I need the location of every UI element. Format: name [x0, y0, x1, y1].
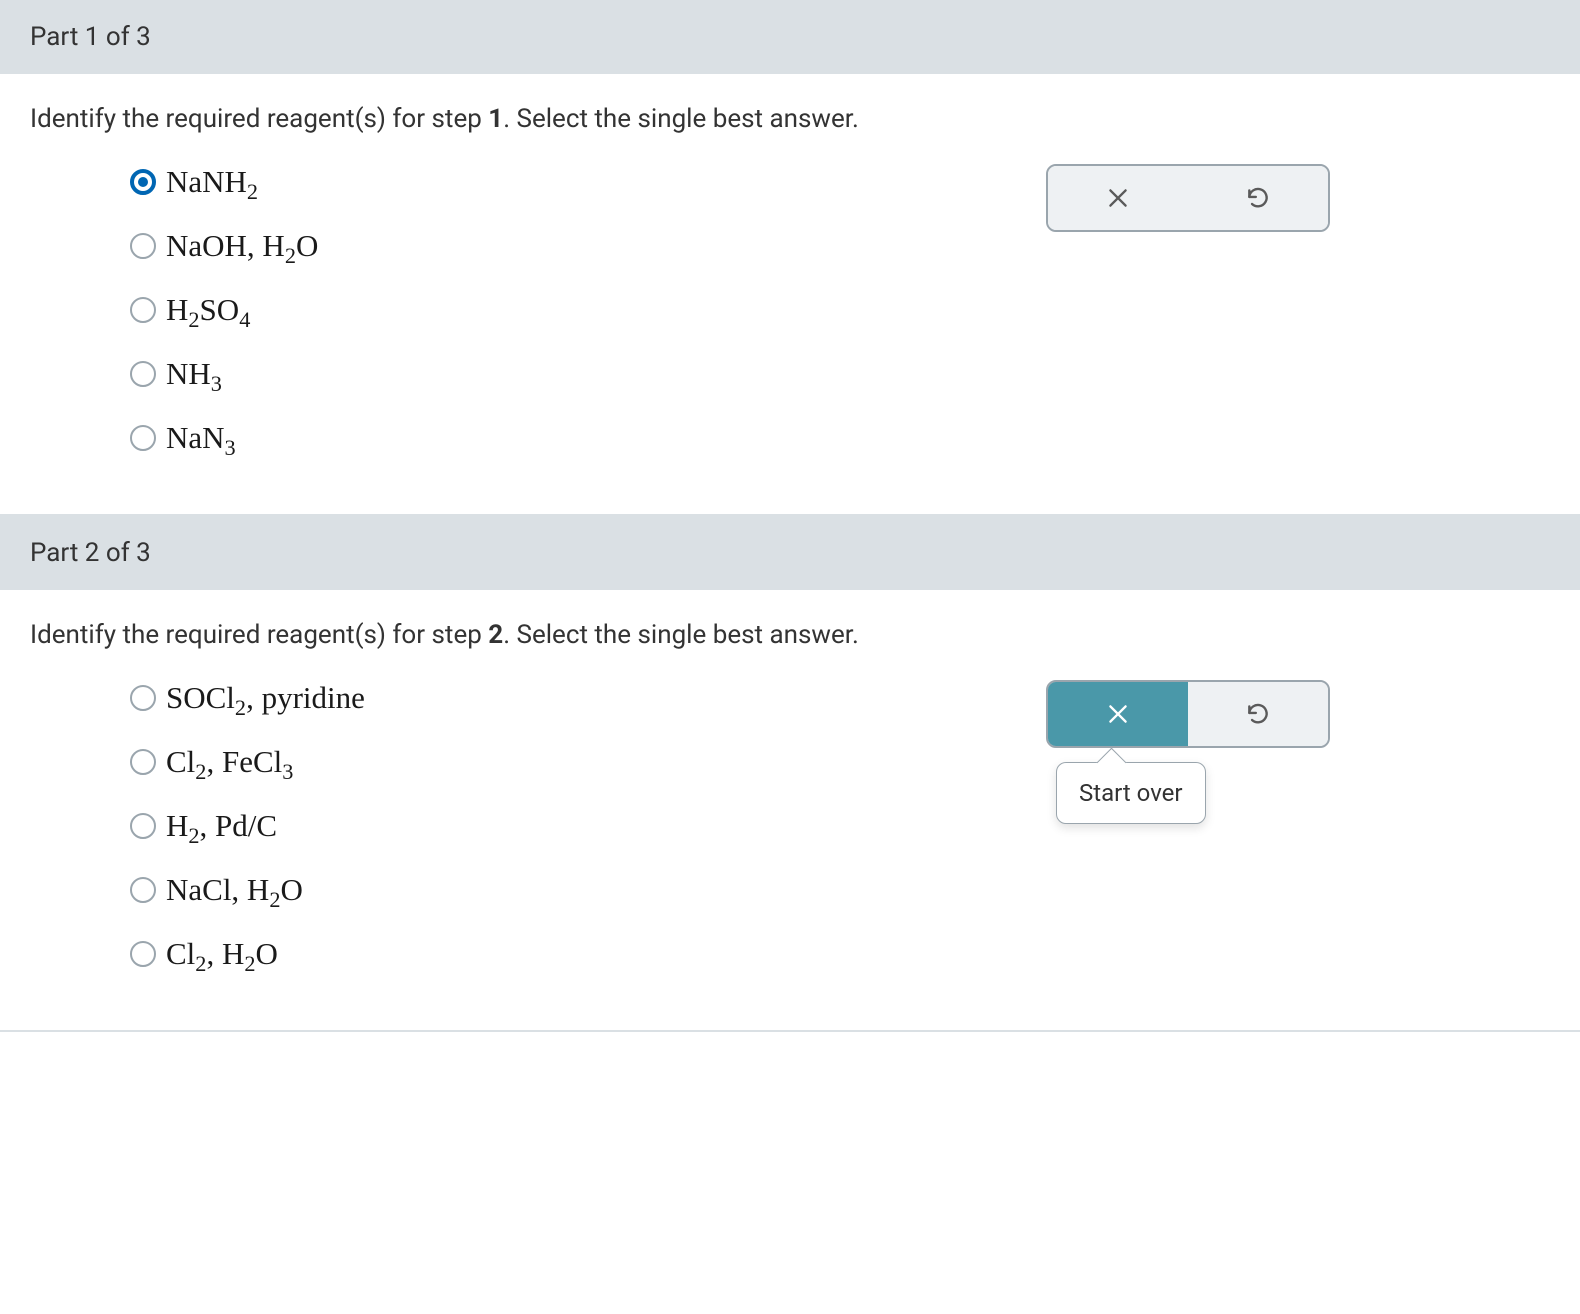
radio-option[interactable]: NaCl, H2O — [130, 872, 365, 908]
undo-icon — [1245, 701, 1271, 727]
radio-button[interactable] — [130, 813, 156, 839]
radio-button[interactable] — [130, 941, 156, 967]
clear-button[interactable] — [1048, 682, 1188, 746]
part-header: Part 1 of 3 — [0, 0, 1580, 74]
close-icon — [1105, 185, 1131, 211]
close-icon — [1105, 701, 1131, 727]
part-body: Identify the required reagent(s) for ste… — [0, 590, 1580, 1032]
option-label: NaCl, H2O — [166, 872, 303, 908]
radio-button[interactable] — [130, 233, 156, 259]
part-body: Identify the required reagent(s) for ste… — [0, 74, 1580, 516]
radio-button[interactable] — [130, 425, 156, 451]
option-label: H2, Pd/C — [166, 808, 277, 844]
radio-option[interactable]: NaN3 — [130, 420, 318, 456]
radio-button[interactable] — [130, 297, 156, 323]
radio-option[interactable]: H2SO4 — [130, 292, 318, 328]
radio-button[interactable] — [130, 169, 156, 195]
answer-toolbar — [1046, 680, 1330, 748]
option-label: NaNH2 — [166, 164, 258, 200]
radio-option[interactable]: SOCl2, pyridine — [130, 680, 365, 716]
answer-toolbar — [1046, 164, 1330, 232]
clear-button[interactable] — [1048, 166, 1188, 230]
radio-option[interactable]: NaOH, H2O — [130, 228, 318, 264]
options-list: SOCl2, pyridine Cl2, FeCl3 H2, Pd/C NaCl, H… — [130, 680, 365, 1000]
undo-button[interactable] — [1188, 682, 1328, 746]
question-text: Identify the required reagent(s) for ste… — [30, 104, 1550, 134]
radio-option[interactable]: NH3 — [130, 356, 318, 392]
option-label: H2SO4 — [166, 292, 250, 328]
radio-option[interactable]: H2, Pd/C — [130, 808, 365, 844]
option-label: Cl2, H2O — [166, 936, 278, 972]
option-label: Cl2, FeCl3 — [166, 744, 293, 780]
radio-button[interactable] — [130, 749, 156, 775]
radio-button[interactable] — [130, 361, 156, 387]
part-header: Part 2 of 3 — [0, 516, 1580, 590]
undo-button[interactable] — [1188, 166, 1328, 230]
question-text: Identify the required reagent(s) for ste… — [30, 620, 1550, 650]
radio-button[interactable] — [130, 685, 156, 711]
option-label: NaOH, H2O — [166, 228, 318, 264]
radio-button[interactable] — [130, 877, 156, 903]
option-label: NH3 — [166, 356, 222, 392]
tooltip: Start over — [1056, 762, 1206, 824]
options-list: NaNH2 NaOH, H2O H2SO4 NH3 NaN3 — [130, 164, 318, 484]
radio-option[interactable]: Cl2, H2O — [130, 936, 365, 972]
option-label: NaN3 — [166, 420, 236, 456]
radio-option[interactable]: NaNH2 — [130, 164, 318, 200]
radio-option[interactable]: Cl2, FeCl3 — [130, 744, 365, 780]
undo-icon — [1245, 185, 1271, 211]
option-label: SOCl2, pyridine — [166, 680, 365, 716]
